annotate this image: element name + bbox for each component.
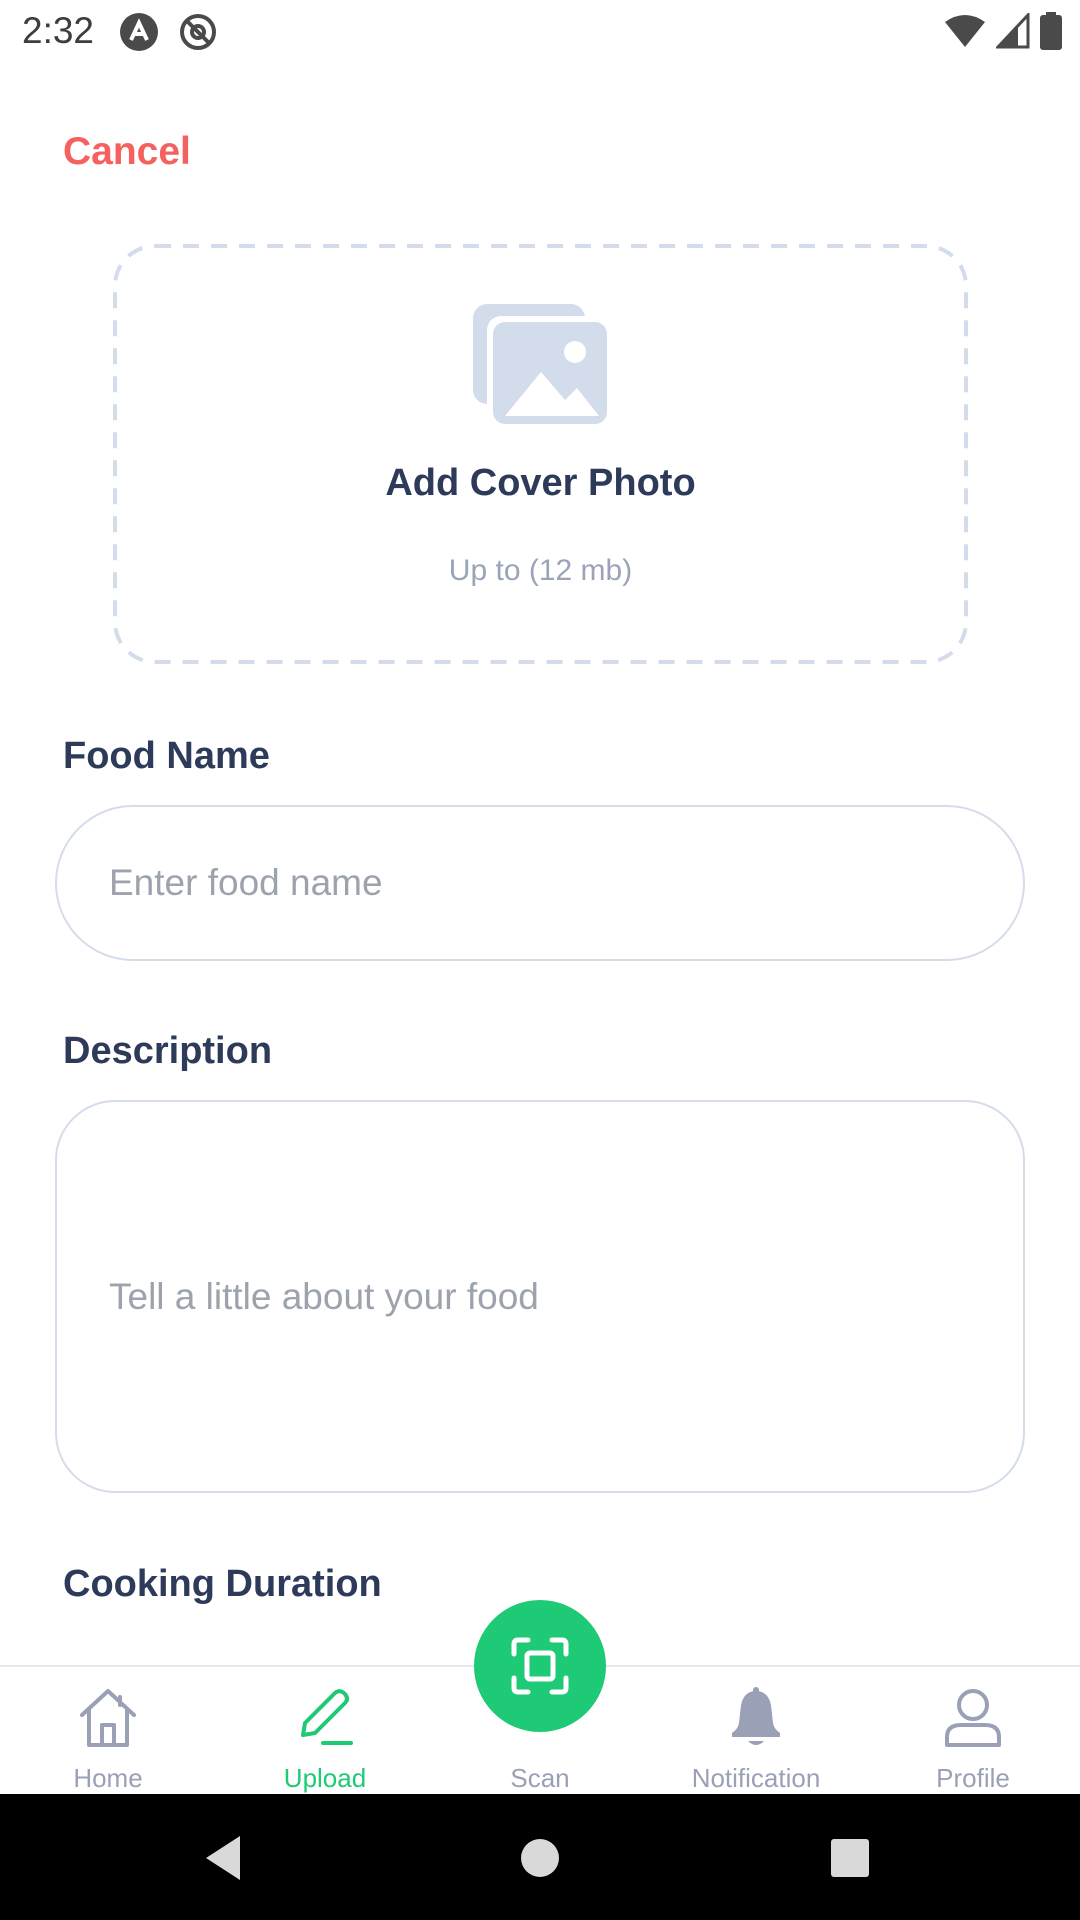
- nav-label-notification: Notification: [691, 1763, 821, 1793]
- cover-photo-size-hint: Up to (12 mb): [448, 554, 633, 587]
- signal-icon: [996, 13, 1030, 49]
- nav-item-upload[interactable]: Upload: [225, 1667, 425, 1796]
- user-icon: [945, 1689, 1001, 1747]
- food-name-label: Food Name: [63, 735, 270, 777]
- image-icon: [473, 304, 609, 426]
- food-name-input[interactable]: [55, 805, 1025, 961]
- scan-button[interactable]: [474, 1600, 606, 1732]
- home-circle-icon[interactable]: [510, 1828, 570, 1888]
- back-icon[interactable]: [196, 1828, 256, 1888]
- cover-photo-title: Add Cover Photo: [385, 462, 696, 504]
- nav-item-notification[interactable]: Notification: [656, 1667, 856, 1796]
- nav-item-home[interactable]: Home: [8, 1667, 208, 1796]
- pencil-icon: [301, 1689, 353, 1745]
- cover-photo-dropzone[interactable]: Add Cover Photo Up to (12 mb): [113, 244, 968, 664]
- status-bar: 2:32: [0, 0, 1080, 64]
- nav-item-profile[interactable]: Profile: [873, 1667, 1073, 1796]
- status-time: 2:32: [22, 10, 95, 51]
- nav-label-scan: Scan: [510, 1763, 570, 1793]
- description-label: Description: [63, 1030, 273, 1072]
- nav-label-upload: Upload: [283, 1763, 367, 1793]
- description-input[interactable]: Tell a little about your food: [55, 1100, 1025, 1493]
- wifi-icon: [945, 15, 985, 47]
- nav-label-home: Home: [73, 1763, 143, 1793]
- recents-icon[interactable]: [820, 1828, 880, 1888]
- bell-icon: [732, 1687, 780, 1745]
- home-icon: [80, 1689, 136, 1747]
- system-nav-bar: [0, 1794, 1080, 1920]
- cancel-button[interactable]: Cancel: [63, 130, 191, 174]
- cooking-duration-label: Cooking Duration: [63, 1563, 382, 1605]
- status-icons: [944, 12, 1062, 50]
- at-sign-icon: [180, 14, 216, 50]
- description-placeholder: Tell a little about your food: [109, 1275, 539, 1317]
- battery-icon: [1040, 12, 1062, 50]
- scan-icon: [511, 1637, 569, 1695]
- nav-label-profile: Profile: [936, 1763, 1010, 1793]
- app-notification-icon: [120, 13, 158, 51]
